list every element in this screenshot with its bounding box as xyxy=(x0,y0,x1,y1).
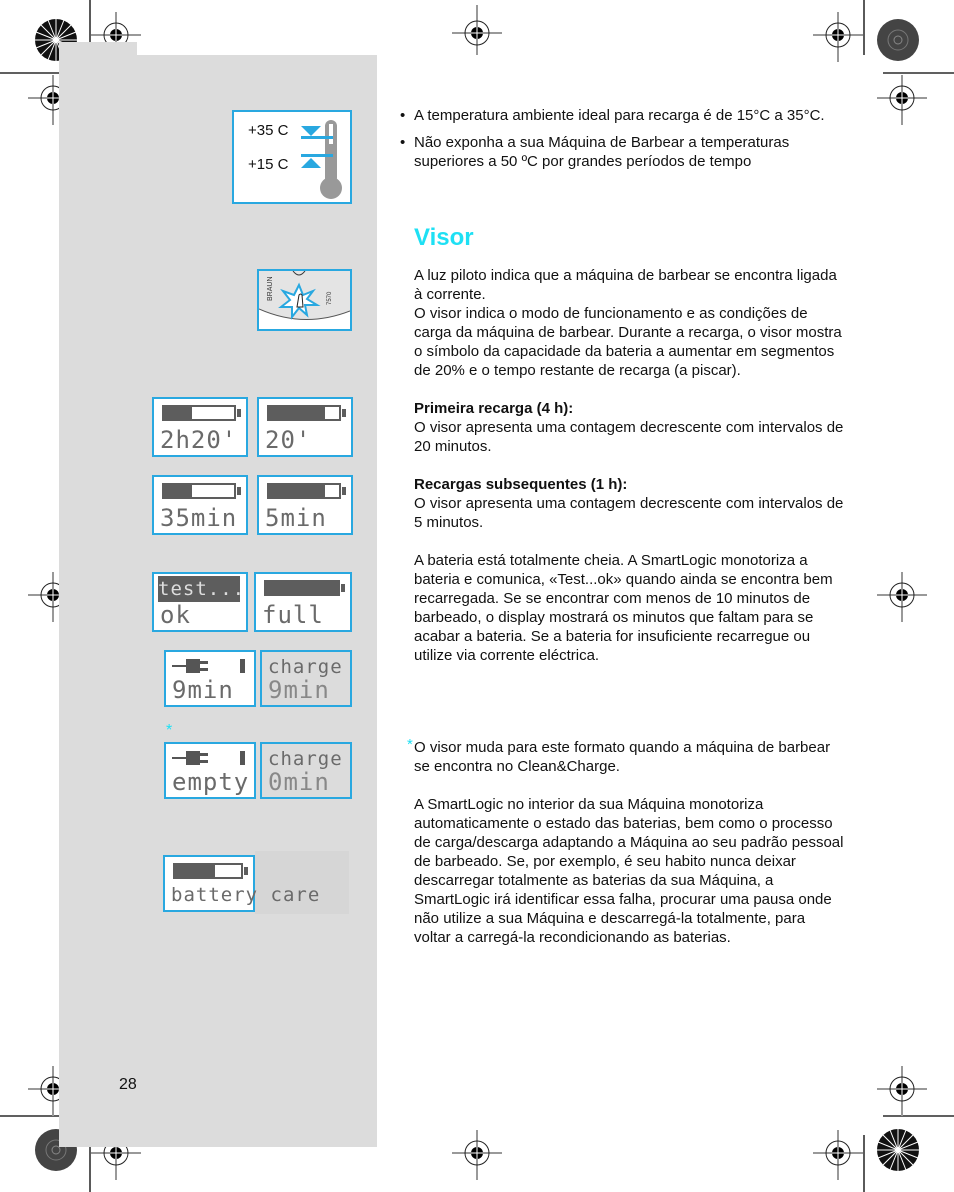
color-registration-icon xyxy=(877,19,919,61)
battery-level-icon xyxy=(264,580,345,596)
lcd-display-charge-first-a: 2h20' xyxy=(152,397,248,457)
intro-paragraph: O visor indica o modo de funcionamento e… xyxy=(414,305,842,379)
lcd-display-empty-charge: charge 0min xyxy=(260,742,352,799)
thermometer-figure: +35 C +15 C xyxy=(232,110,352,204)
lcd-value-text: 0min xyxy=(268,768,330,796)
svg-text:BRAUN: BRAUN xyxy=(267,276,274,301)
bullet-item: • Não exponha a sua Máquina de Barbear a … xyxy=(400,134,790,170)
first-charge-title: Primeira recarga (4 h): xyxy=(414,400,574,417)
lcd-display-full: full xyxy=(254,572,352,632)
lcd-value-text: ok xyxy=(160,601,191,629)
lcd-value-text: empty xyxy=(172,768,250,796)
footnote-asterisk: * xyxy=(166,722,173,739)
footnote-paragraph: * O visor muda para este formato quando a… xyxy=(407,736,831,775)
crosshair-target-icon xyxy=(452,1130,502,1180)
lcd-display-low-plug: 9min xyxy=(164,650,256,707)
plug-icon xyxy=(172,659,245,673)
lower-temp-label: +15 C xyxy=(248,156,289,173)
battery-level-icon xyxy=(267,405,346,421)
lcd-value-text: 2h20' xyxy=(160,426,238,454)
pilot-light-figure: BRAUN 7570 xyxy=(257,269,352,331)
subsequent-charge-title: Recargas subsequentes (1 h): xyxy=(414,476,628,493)
battery-level-icon xyxy=(162,483,241,499)
lcd-display-charge-subseq-b: 5min xyxy=(257,475,353,535)
svg-text:7570: 7570 xyxy=(327,291,333,305)
full-battery-paragraph: A bateria está totalmente cheia. A Smart… xyxy=(414,552,833,664)
lcd-display-charge-subseq-a: 35min xyxy=(152,475,248,535)
subsequent-charge-body: O visor apresenta uma contagem decrescen… xyxy=(414,495,844,531)
lcd-value-text: 9min xyxy=(268,676,330,704)
bullet-item: • A temperatura ambiente ideal para recar… xyxy=(400,107,825,124)
crosshair-target-icon xyxy=(813,12,863,62)
smartlogic-paragraph: A SmartLogic no interior da sua Máquina … xyxy=(414,796,844,946)
crosshair-target-icon xyxy=(452,5,502,55)
lcd-value-text: 20' xyxy=(265,426,312,454)
crosshair-target-icon xyxy=(877,1066,927,1116)
lcd-value-text: 5min xyxy=(265,504,327,532)
battery-level-icon xyxy=(162,405,241,421)
crosshair-target-icon xyxy=(813,1130,863,1180)
plug-icon xyxy=(172,751,245,765)
lcd-display-charge-first-b: 20' xyxy=(257,397,353,457)
battery-level-icon xyxy=(173,863,248,879)
lcd-value-text: 35min xyxy=(160,504,238,532)
battery-level-icon xyxy=(267,483,346,499)
upper-temp-label: +35 C xyxy=(248,122,289,139)
visor-footnote-section: * O visor muda para este formato quando a… xyxy=(407,736,844,947)
starburst-registration-icon xyxy=(877,1129,919,1171)
thermometer-icon xyxy=(301,120,342,199)
lcd-header-text: test... xyxy=(158,576,246,602)
crosshair-target-icon xyxy=(877,75,927,125)
shaver-pilot-light-icon: BRAUN 7570 xyxy=(259,271,350,329)
lcd-value-text: full xyxy=(262,601,324,629)
temperature-bullets: • A temperatura ambiente ideal para recar… xyxy=(400,106,844,171)
page-number: 28 xyxy=(119,1076,137,1093)
lcd-display-test-ok: test... ok xyxy=(152,572,248,632)
section-heading: Visor xyxy=(414,224,474,251)
lcd-display-low-charge: charge 9min xyxy=(260,650,352,707)
intro-paragraph: A luz piloto indica que a máquina de bar… xyxy=(414,267,837,303)
lcd-display-battery-care: battery care xyxy=(163,855,319,912)
first-charge-body: O visor apresenta uma contagem decrescen… xyxy=(414,419,844,455)
lcd-value-text: battery care xyxy=(171,884,321,906)
lcd-value-text: 9min xyxy=(172,676,234,704)
sidebar-notch xyxy=(59,42,137,56)
visor-intro: A luz piloto indica que a máquina de bar… xyxy=(414,266,844,665)
lcd-display-empty-plug: empty xyxy=(164,742,256,799)
crosshair-target-icon xyxy=(877,572,927,622)
